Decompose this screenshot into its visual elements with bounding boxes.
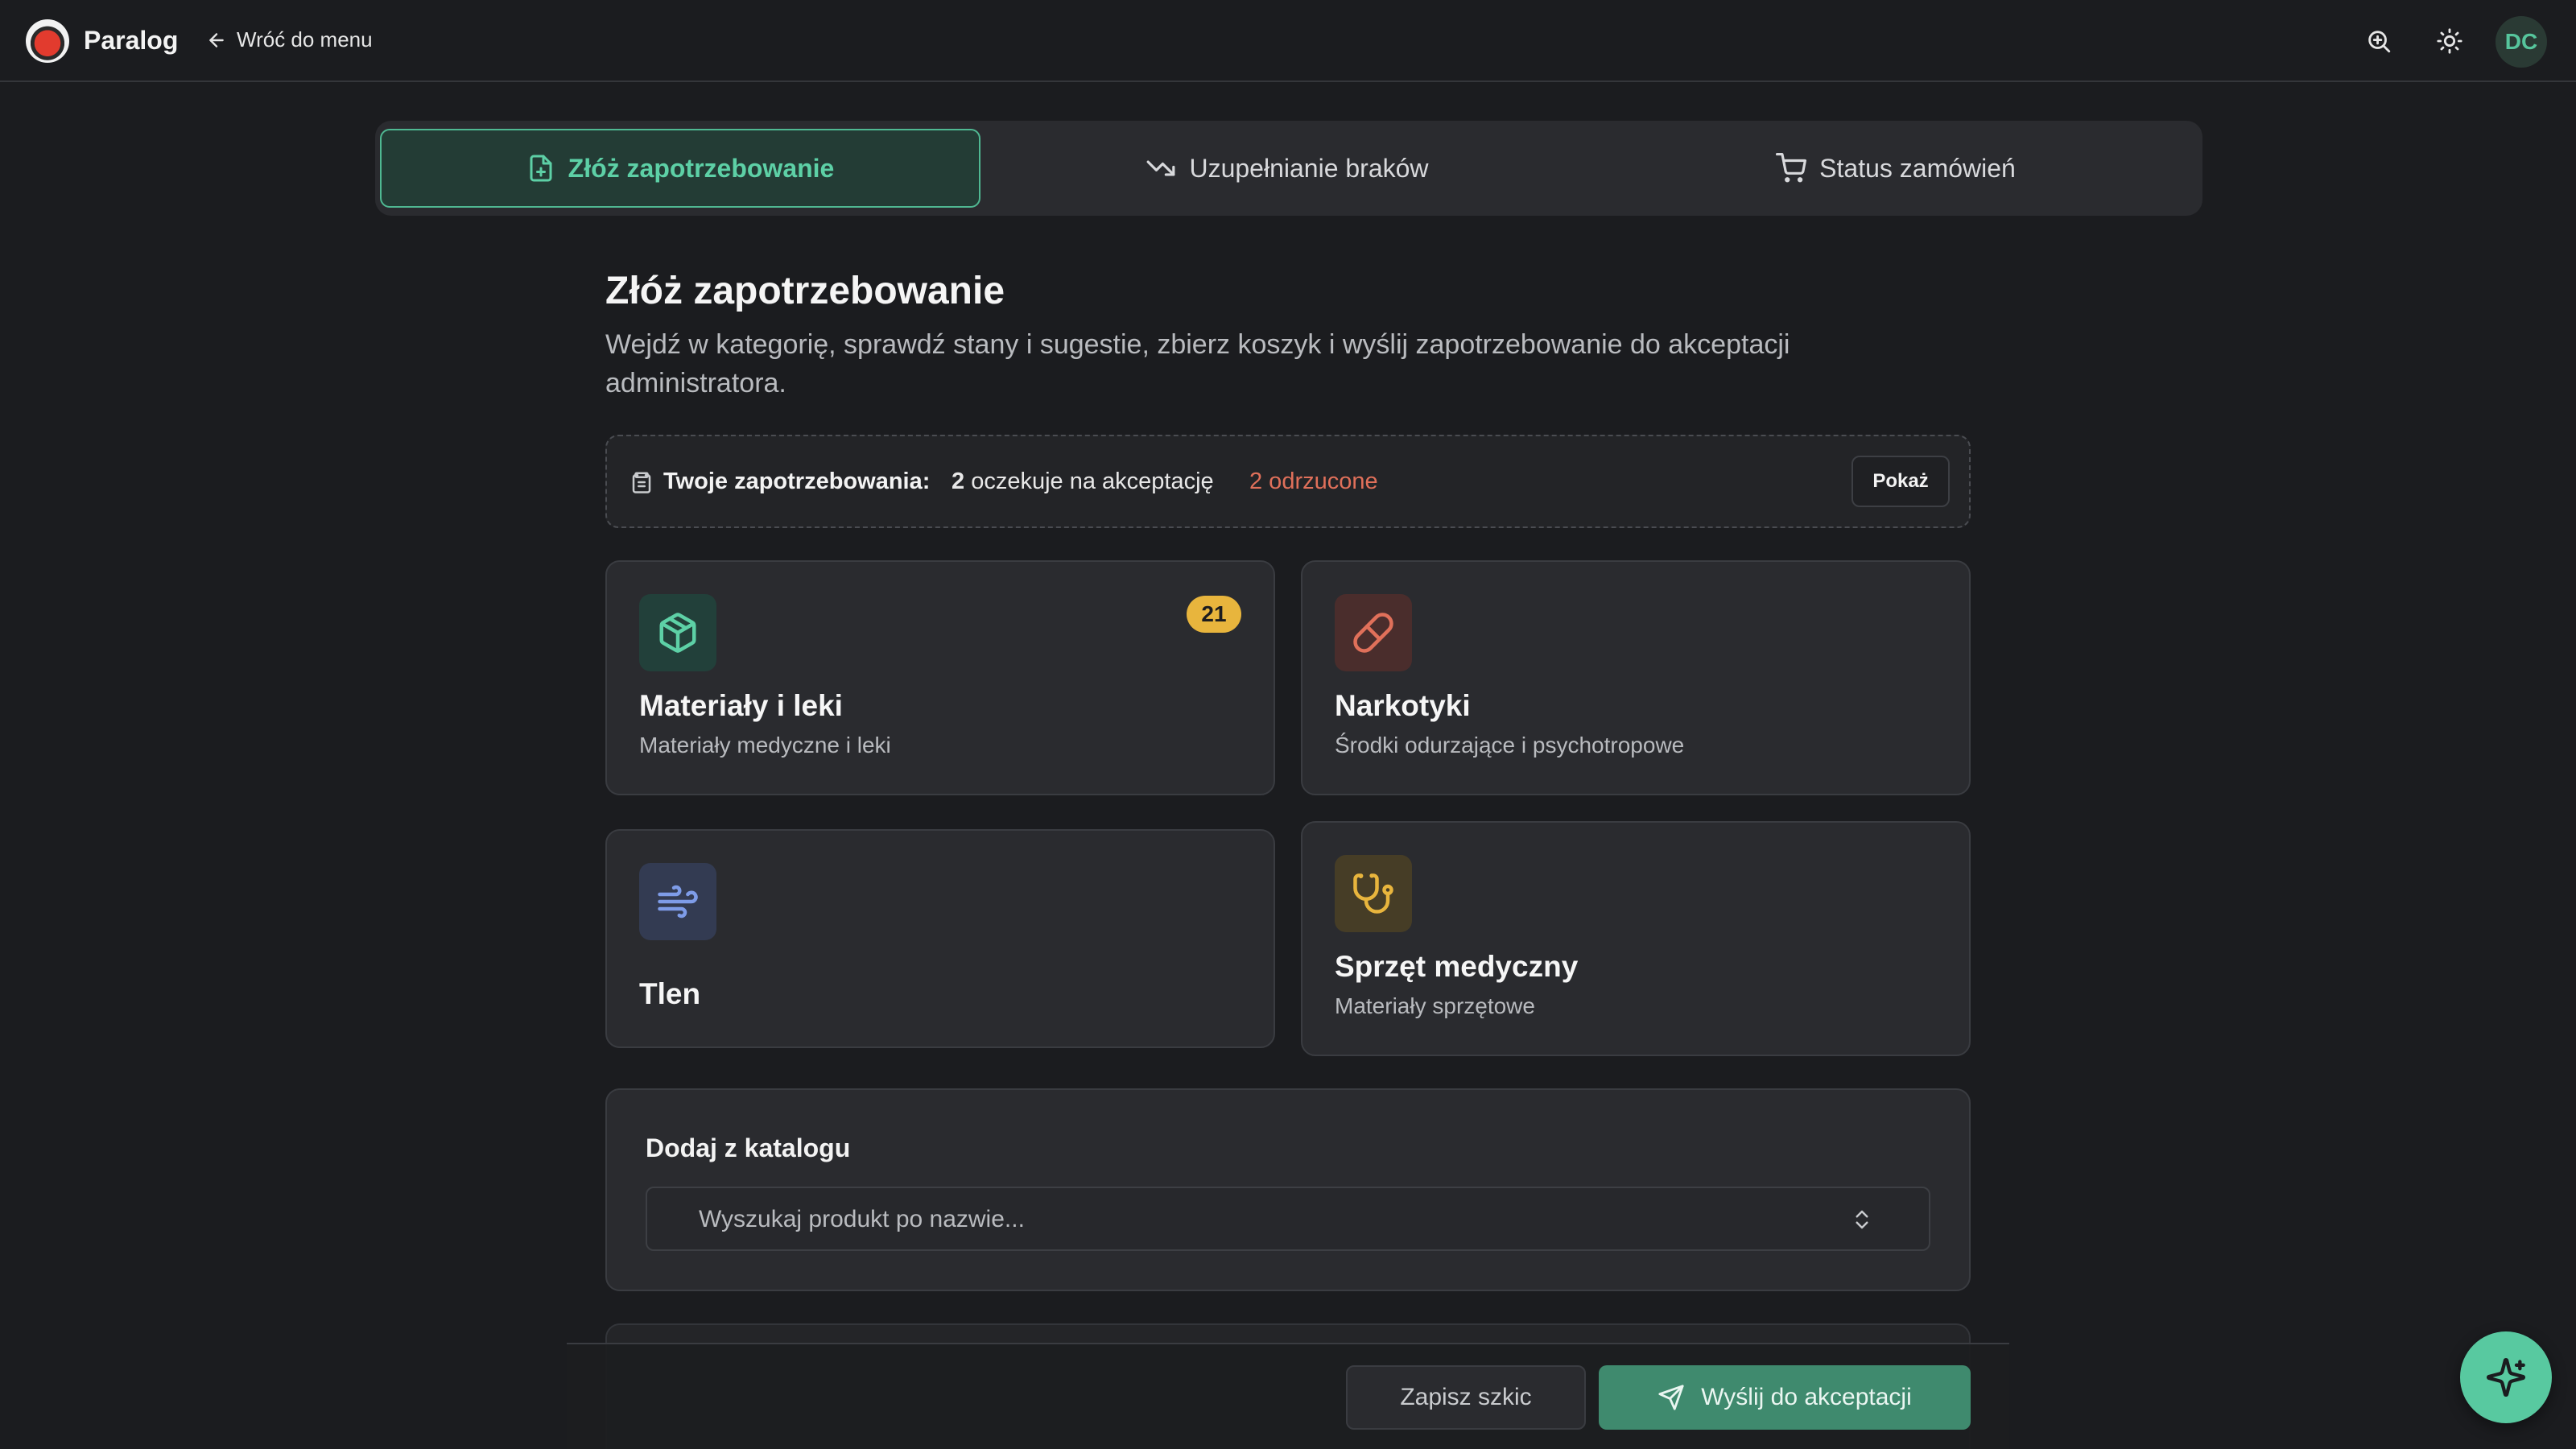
requests-summary: Twoje zapotrzebowania: 2 oczekuje na akc… bbox=[605, 435, 1971, 528]
tab-submit-request[interactable]: Złóż zapotrzebowanie bbox=[380, 129, 980, 208]
category-card-materials[interactable]: 21 Materiały i leki Materiały medyczne i… bbox=[605, 560, 1275, 795]
cart-icon bbox=[1776, 153, 1807, 183]
tab-label: Uzupełnianie braków bbox=[1189, 153, 1429, 183]
top-bar: Paralog Wróć do menu DC bbox=[0, 0, 2576, 82]
pending-text: oczekuje na akceptację bbox=[971, 469, 1214, 494]
category-title: Sprzęt medyczny bbox=[1335, 950, 1579, 983]
category-subtitle: Materiały medyczne i leki bbox=[639, 733, 891, 758]
send-icon bbox=[1658, 1385, 1684, 1410]
trending-down-icon bbox=[1147, 160, 1175, 176]
catalog-section: Dodaj z katalogu Wyszukaj produkt po naz… bbox=[605, 1088, 1971, 1291]
sparkles-icon bbox=[2486, 1357, 2526, 1397]
brand-name[interactable]: Paralog bbox=[84, 26, 178, 56]
back-to-menu-link[interactable]: Wróć do menu bbox=[206, 27, 373, 52]
search-placeholder: Wyszukaj produkt po nazwie... bbox=[699, 1206, 1025, 1232]
rejected-status: 2 odrzucone bbox=[1249, 469, 1378, 494]
summary-label: Twoje zapotrzebowania: bbox=[663, 469, 931, 494]
stethoscope-icon bbox=[1335, 855, 1412, 932]
item-count-badge: 21 bbox=[1187, 596, 1241, 633]
send-for-approval-button[interactable]: Wyślij do akceptacji bbox=[1599, 1365, 1971, 1430]
wind-icon bbox=[639, 863, 716, 940]
zoom-in-icon[interactable] bbox=[2362, 24, 2396, 58]
tab-bar: Złóż zapotrzebowanie Uzupełnianie braków… bbox=[375, 121, 2202, 216]
user-avatar[interactable]: DC bbox=[2496, 16, 2547, 68]
clipboard-icon bbox=[632, 472, 651, 493]
show-button[interactable]: Pokaż bbox=[1852, 456, 1950, 507]
category-card-equipment[interactable]: Sprzęt medyczny Materiały sprzętowe bbox=[1301, 821, 1971, 1056]
package-icon bbox=[639, 594, 716, 671]
save-draft-button[interactable]: Zapisz szkic bbox=[1346, 1365, 1586, 1430]
footer-divider bbox=[567, 1343, 2009, 1344]
page-description: Wejdź w kategorię, sprawdź stany i suges… bbox=[605, 329, 1790, 398]
category-title: Narkotyki bbox=[1335, 689, 1471, 722]
app-logo[interactable] bbox=[26, 19, 69, 63]
tab-order-status[interactable]: Status zamówień bbox=[1596, 129, 2196, 208]
catalog-title: Dodaj z katalogu bbox=[646, 1133, 851, 1162]
category-subtitle: Środki odurzające i psychotropowe bbox=[1335, 733, 1685, 758]
product-search-combobox[interactable]: Wyszukaj produkt po nazwie... bbox=[646, 1187, 1930, 1251]
chevrons-up-down-icon bbox=[1856, 1210, 1868, 1229]
pending-status: 2 oczekuje na akceptację bbox=[952, 469, 1214, 495]
page-title: Złóż zapotrzebowanie bbox=[605, 270, 1005, 312]
category-title: Tlen bbox=[639, 977, 701, 1010]
sun-icon[interactable] bbox=[2433, 24, 2467, 58]
tab-label: Status zamówień bbox=[1819, 153, 2016, 183]
category-subtitle: Materiały sprzętowe bbox=[1335, 993, 1535, 1018]
category-card-oxygen[interactable]: Tlen bbox=[605, 829, 1275, 1048]
ai-assistant-button[interactable] bbox=[2460, 1331, 2552, 1423]
send-label: Wyślij do akceptacji bbox=[1701, 1384, 1912, 1410]
arrow-left-icon bbox=[209, 32, 224, 47]
category-title: Materiały i leki bbox=[639, 689, 843, 722]
tab-shortages[interactable]: Uzupełnianie braków bbox=[987, 129, 1587, 208]
pill-icon bbox=[1335, 594, 1412, 671]
category-card-narcotics[interactable]: Narkotyki Środki odurzające i psychotrop… bbox=[1301, 560, 1971, 795]
back-label: Wróć do menu bbox=[237, 27, 373, 52]
file-plus-icon bbox=[530, 155, 552, 182]
tab-label: Złóż zapotrzebowanie bbox=[568, 153, 835, 183]
pending-count: 2 bbox=[952, 469, 965, 494]
